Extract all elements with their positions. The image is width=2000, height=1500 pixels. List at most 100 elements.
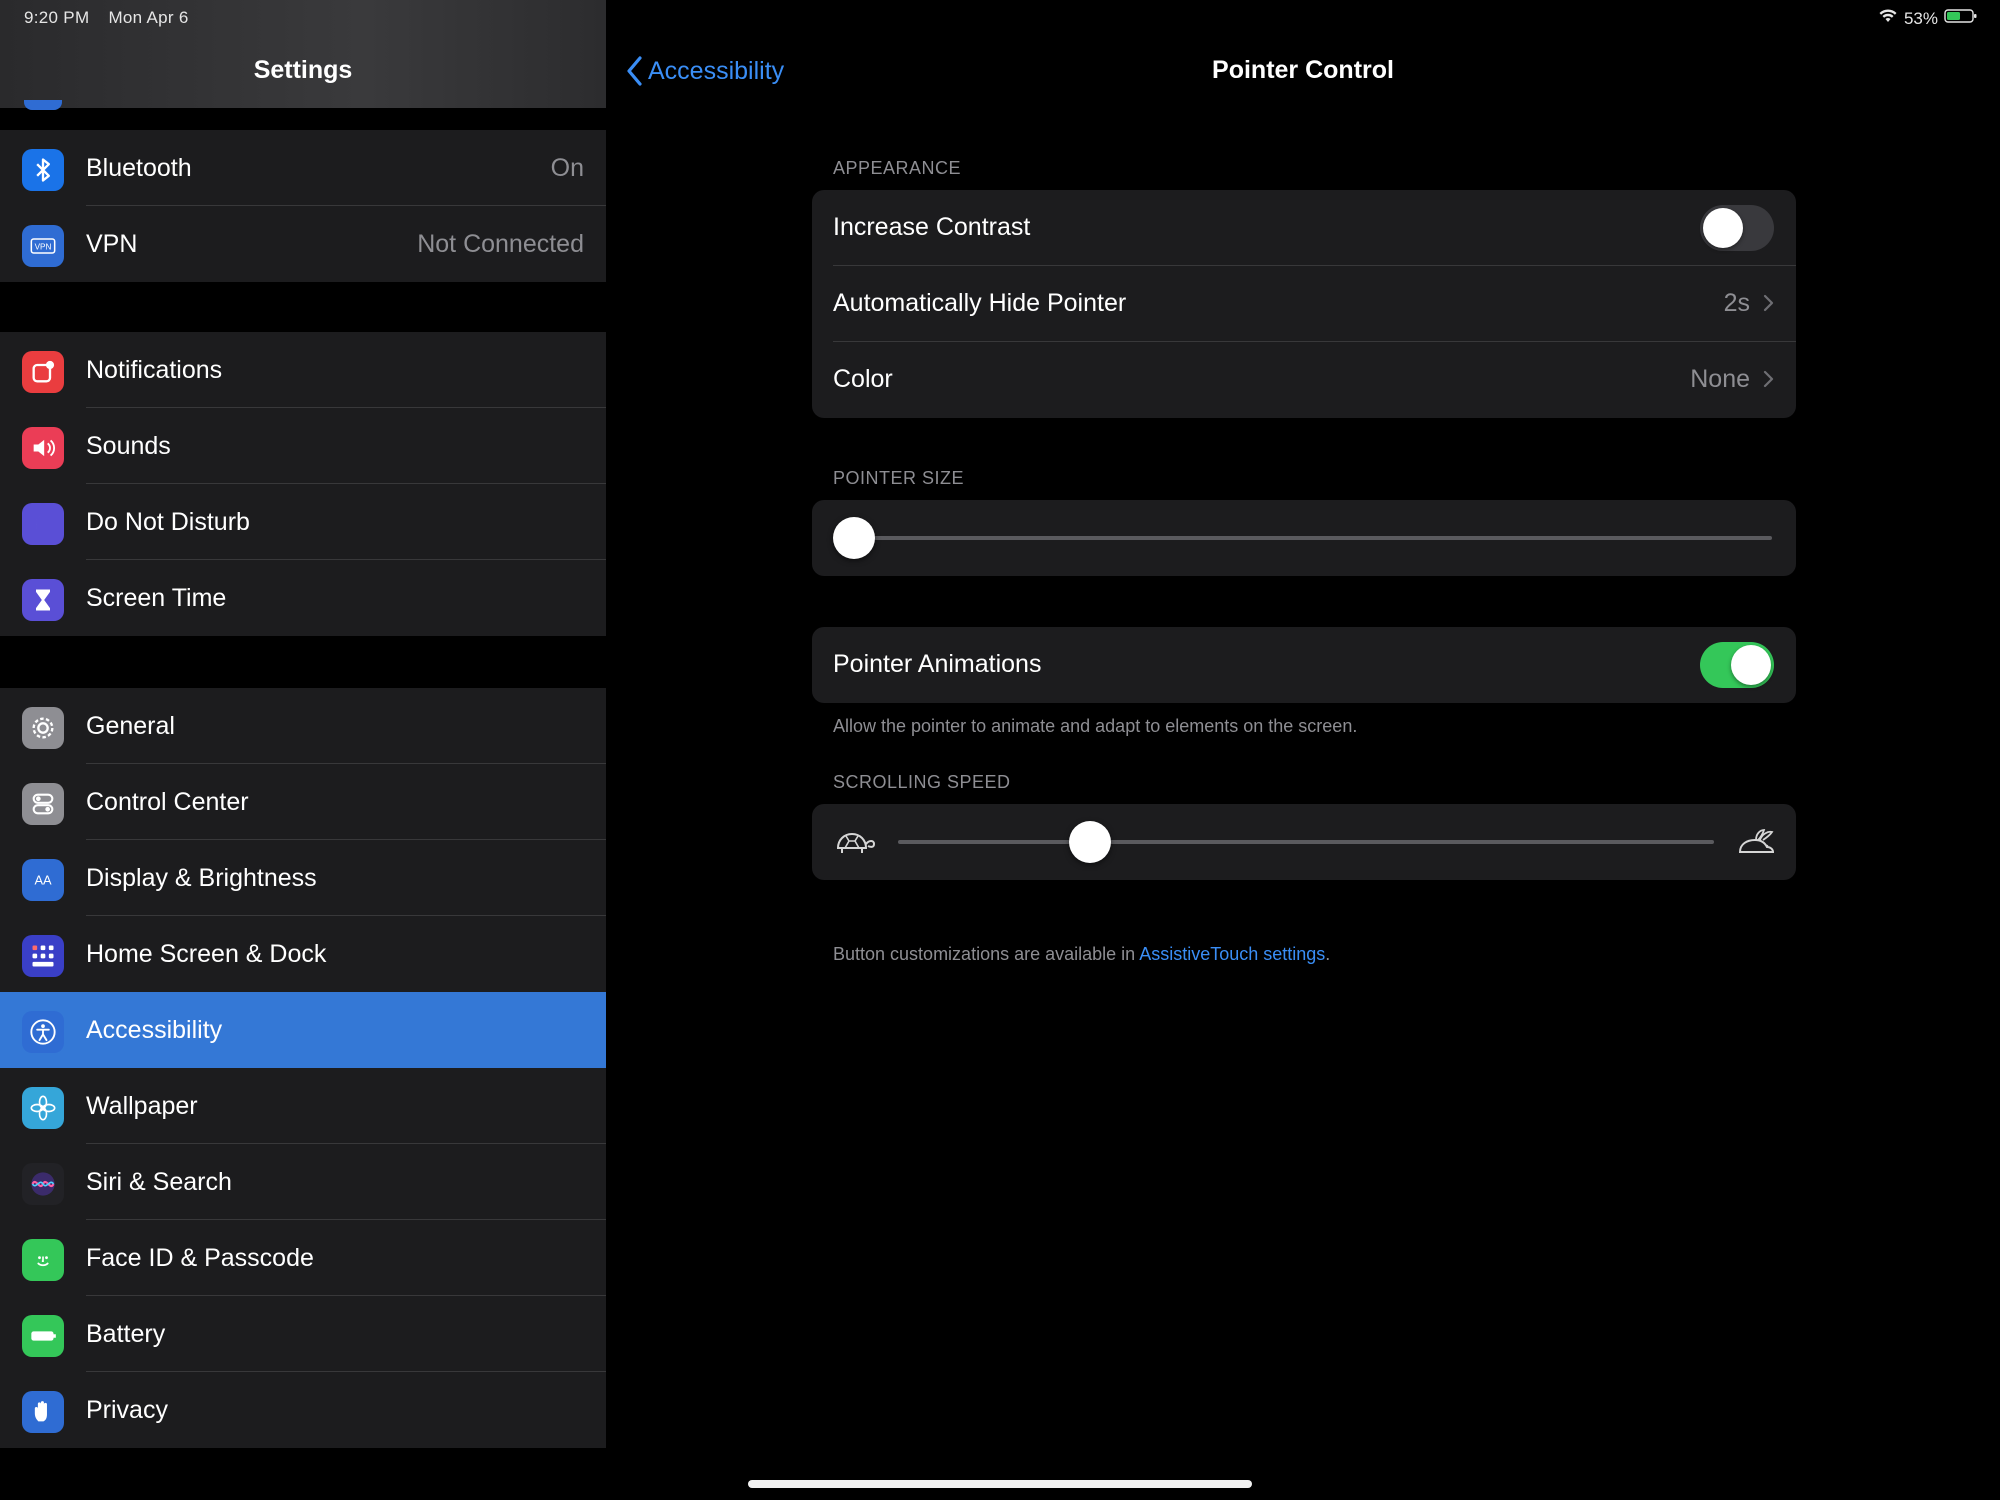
sidebar-item-label: VPN (86, 229, 138, 258)
sidebar-item-siri-search[interactable]: Siri & Search (0, 1144, 606, 1220)
sounds-icon (22, 427, 64, 469)
sidebar-item-face-id-passcode[interactable]: Face ID & Passcode (0, 1220, 606, 1296)
detail-pane: 53% Accessibility Pointer Control APPEAR… (606, 0, 2000, 1500)
sidebar-item-general[interactable]: General (0, 688, 606, 764)
chevron-right-icon (1763, 370, 1774, 388)
pointer-size-card (812, 500, 1796, 576)
appearance-card: Increase Contrast Automatically Hide Poi… (812, 190, 1796, 418)
sidebar-item-privacy[interactable]: Privacy (0, 1372, 606, 1448)
sidebar-group-notifications: Notifications Sounds Do Not Disturb Scre… (0, 332, 606, 636)
flower-icon (22, 1087, 64, 1129)
increase-contrast-row: Increase Contrast (812, 190, 1796, 266)
vpn-icon: VPN (22, 225, 64, 267)
sidebar-group-connectivity: Bluetooth On VPN VPN Not Connected (0, 130, 606, 282)
assistivetouch-note-text: Button customizations are available in (833, 944, 1140, 964)
section-header-pointer-size: POINTER SIZE (833, 468, 965, 488)
assistivetouch-note: Button customizations are available in A… (833, 944, 1330, 965)
wifi-icon (1878, 8, 1898, 29)
sidebar-item-bluetooth[interactable]: Bluetooth On (0, 130, 606, 206)
sidebar-item-label: Sounds (86, 431, 171, 460)
scrolling-speed-card (812, 804, 1796, 880)
page-title: Pointer Control (1212, 56, 1394, 84)
gear-icon (22, 707, 64, 749)
switches-icon (22, 783, 64, 825)
sidebar-item-screen-time[interactable]: Screen Time (0, 560, 606, 636)
status-date: Mon Apr 6 (108, 8, 189, 27)
status-bar-left: 9:20 PM Mon Apr 6 (24, 8, 189, 28)
turtle-icon (836, 832, 876, 853)
assistivetouch-settings-link[interactable]: AssistiveTouch settings (1139, 944, 1325, 964)
sidebar-item-do-not-disturb[interactable]: Do Not Disturb (0, 484, 606, 560)
sidebar-item-label: Screen Time (86, 583, 227, 612)
hand-icon (22, 1391, 64, 1433)
sidebar-item-label: Face ID & Passcode (86, 1243, 314, 1272)
app-grid-icon (22, 935, 64, 977)
text-size-icon: AA (22, 859, 64, 901)
sidebar-item-home-screen-dock[interactable]: Home Screen & Dock (0, 916, 606, 992)
assistivetouch-note-end: . (1325, 944, 1331, 964)
color-label: Color (833, 365, 893, 393)
partially-hidden-row-icon (24, 100, 62, 110)
color-row[interactable]: Color None (812, 342, 1796, 418)
sidebar-item-control-center[interactable]: Control Center (0, 764, 606, 840)
sidebar-item-label: Display & Brightness (86, 863, 317, 892)
sidebar-item-label: Bluetooth (86, 153, 192, 182)
sidebar-header: 9:20 PM Mon Apr 6 Settings (0, 0, 606, 110)
increase-contrast-label: Increase Contrast (833, 213, 1031, 241)
battery-percent: 53% (1903, 8, 1938, 28)
status-bar-right: 53% (1878, 8, 1978, 29)
section-header-scrolling-speed: SCROLLING SPEED (833, 772, 1011, 792)
sidebar-item-label: General (86, 711, 175, 740)
sidebar-item-label: Notifications (86, 355, 223, 384)
scrolling-speed-slider-track[interactable] (898, 840, 1714, 844)
sidebar: 9:20 PM Mon Apr 6 Settings Bluetooth On … (0, 0, 606, 1500)
sidebar-item-label: Home Screen & Dock (86, 939, 327, 968)
siri-icon (22, 1163, 64, 1205)
auto-hide-pointer-row[interactable]: Automatically Hide Pointer 2s (812, 266, 1796, 342)
section-header-appearance: APPEARANCE (833, 158, 962, 178)
scrolling-speed-slider-thumb[interactable] (1068, 821, 1111, 863)
chevron-right-icon (1763, 294, 1774, 312)
sidebar-item-label: Battery (86, 1319, 166, 1348)
sidebar-item-label: Siri & Search (86, 1167, 232, 1196)
sidebar-title: Settings (253, 56, 353, 84)
sidebar-item-notifications[interactable]: Notifications (0, 332, 606, 408)
notifications-icon (22, 351, 64, 393)
color-value: None (1690, 365, 1750, 393)
sidebar-item-label: Privacy (86, 1395, 168, 1424)
rabbit-icon (1738, 829, 1775, 853)
pointer-size-slider-track[interactable] (854, 536, 1772, 540)
pointer-animations-toggle[interactable] (1700, 642, 1774, 688)
sidebar-item-label: Wallpaper (86, 1091, 198, 1120)
pointer-animations-card: Pointer Animations (812, 627, 1796, 703)
sidebar-item-value: Not Connected (417, 229, 584, 258)
status-time: 9:20 PM (24, 8, 90, 27)
sidebar-item-battery[interactable]: Battery (0, 1296, 606, 1372)
auto-hide-pointer-value: 2s (1723, 289, 1750, 317)
toggle-knob (1731, 645, 1771, 685)
battery-icon (22, 1315, 64, 1357)
svg-text:VPN: VPN (35, 243, 52, 252)
battery-status-icon (1944, 8, 1978, 29)
pointer-size-slider-thumb[interactable] (833, 517, 875, 559)
moon-icon (22, 503, 64, 545)
pointer-animations-footer: Allow the pointer to animate and adapt t… (833, 716, 1358, 736)
face-id-icon (22, 1239, 64, 1281)
hourglass-icon (22, 579, 64, 621)
accessibility-icon (22, 1011, 64, 1053)
home-indicator[interactable] (748, 1480, 1252, 1488)
sidebar-item-label: Accessibility (86, 1015, 223, 1044)
sidebar-group-general: General Control Center AA Display & Brig… (0, 688, 606, 1448)
sidebar-item-vpn[interactable]: VPN VPN Not Connected (0, 206, 606, 282)
increase-contrast-toggle[interactable] (1700, 205, 1774, 251)
sidebar-item-label: Control Center (86, 787, 249, 816)
bluetooth-icon (22, 149, 64, 191)
svg-text:AA: AA (34, 873, 52, 888)
sidebar-item-sounds[interactable]: Sounds (0, 408, 606, 484)
sidebar-item-display-brightness[interactable]: AA Display & Brightness (0, 840, 606, 916)
sidebar-item-value: On (550, 153, 584, 182)
pointer-animations-row: Pointer Animations (812, 627, 1796, 703)
sidebar-item-accessibility[interactable]: Accessibility (0, 992, 606, 1068)
sidebar-item-wallpaper[interactable]: Wallpaper (0, 1068, 606, 1144)
pointer-animations-label: Pointer Animations (833, 650, 1042, 678)
